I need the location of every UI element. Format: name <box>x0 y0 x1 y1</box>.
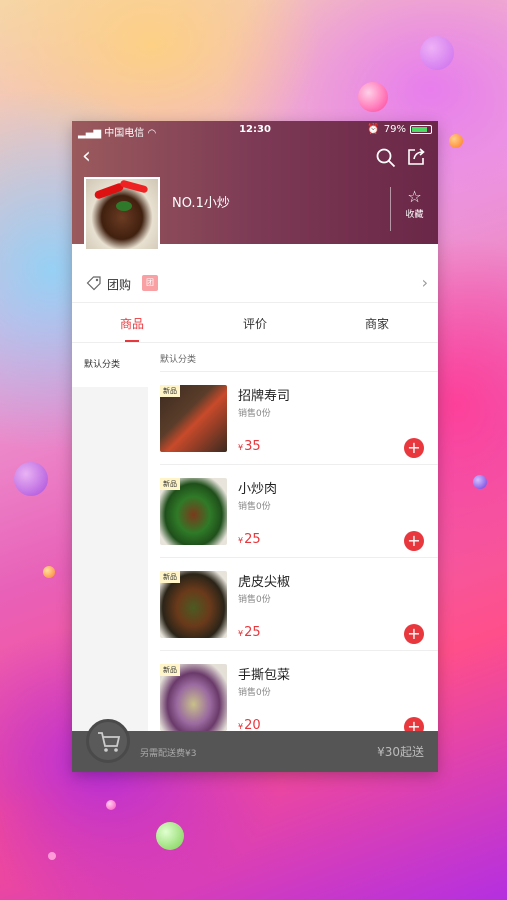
new-badge: 新品 <box>160 571 180 583</box>
back-icon[interactable]: ‹ <box>82 145 91 169</box>
product-name: 招牌寿司 <box>238 389 291 404</box>
cart-button[interactable] <box>86 719 130 763</box>
decor-ball <box>156 822 184 850</box>
add-to-cart-button[interactable]: + <box>404 624 424 644</box>
shop-header: ▂▄▆ 中国电信 ◠ 12:30 ⏰ 79% ‹ NO.1小炒 ☆ 收藏 <box>72 121 438 251</box>
group-buy-label: 团购 <box>107 278 132 292</box>
star-icon: ☆ <box>407 187 422 206</box>
product-name: 手撕包菜 <box>238 668 291 683</box>
add-to-cart-button[interactable]: + <box>404 438 424 458</box>
group-buy-row[interactable]: 团购 团 › <box>72 263 438 303</box>
cart-bar: 另需配送费¥3 ¥30起送 <box>72 719 438 772</box>
alarm-icon: ⏰ <box>367 124 380 135</box>
decor-ball <box>14 462 48 496</box>
delivery-fee: 另需配送费¥3 <box>140 749 197 759</box>
chevron-right-icon: › <box>421 273 428 292</box>
favorite-label: 收藏 <box>405 210 424 220</box>
tab-bar: 商品 评价 商家 <box>72 305 438 343</box>
product-item[interactable]: 新品 招牌寿司 销售0份 ¥35 + <box>160 372 438 465</box>
new-badge: 新品 <box>160 664 180 676</box>
status-bar: ▂▄▆ 中国电信 ◠ 12:30 ⏰ 79% <box>72 121 438 139</box>
new-badge: 新品 <box>160 385 180 397</box>
tab-reviews[interactable]: 评价 <box>243 315 267 332</box>
cart-icon <box>98 732 121 752</box>
decor-ball <box>43 566 55 578</box>
battery-icon <box>410 125 432 134</box>
status-right: ⏰ 79% <box>367 124 432 135</box>
shop-name: NO.1小炒 <box>172 196 230 211</box>
product-item[interactable]: 新品 小炒肉 销售0份 ¥25 + <box>160 465 438 558</box>
shop-photo <box>84 177 160 251</box>
product-price: ¥25 <box>238 532 261 547</box>
decor-ball <box>473 475 487 489</box>
favorite-button[interactable]: ☆ 收藏 <box>390 187 438 231</box>
new-badge: 新品 <box>160 478 180 490</box>
product-sales: 销售0份 <box>238 502 271 512</box>
category-sidebar: 默认分类 <box>72 343 148 733</box>
product-sales: 销售0份 <box>238 595 271 605</box>
decor-ball <box>449 134 463 148</box>
sidebar-item-default[interactable]: 默认分类 <box>72 343 148 387</box>
product-price: ¥35 <box>238 439 261 454</box>
decor-ball <box>48 852 56 860</box>
decor-ball <box>420 36 454 70</box>
share-icon[interactable] <box>406 147 426 167</box>
phone-screen: ▂▄▆ 中国电信 ◠ 12:30 ⏰ 79% ‹ NO.1小炒 ☆ 收藏 团购 … <box>72 121 438 772</box>
add-to-cart-button[interactable]: + <box>404 531 424 551</box>
product-price: ¥25 <box>238 625 261 640</box>
product-name: 小炒肉 <box>238 482 278 497</box>
search-icon[interactable] <box>376 148 396 168</box>
tab-merchant[interactable]: 商家 <box>365 315 389 332</box>
decor-ball <box>358 82 388 112</box>
battery-percent: 79% <box>383 124 406 135</box>
product-item[interactable]: 新品 虎皮尖椒 销售0份 ¥25 + <box>160 558 438 651</box>
group-buy-badge: 团 <box>142 275 158 291</box>
tab-active-indicator <box>125 340 139 342</box>
product-name: 虎皮尖椒 <box>238 575 291 590</box>
tag-icon <box>86 276 101 291</box>
product-sales: 销售0份 <box>238 409 271 419</box>
tab-goods[interactable]: 商品 <box>120 315 144 332</box>
category-title: 默认分类 <box>160 355 197 365</box>
minimum-order: ¥30起送 <box>377 745 424 759</box>
product-sales: 销售0份 <box>238 688 271 698</box>
decor-ball <box>106 800 116 810</box>
